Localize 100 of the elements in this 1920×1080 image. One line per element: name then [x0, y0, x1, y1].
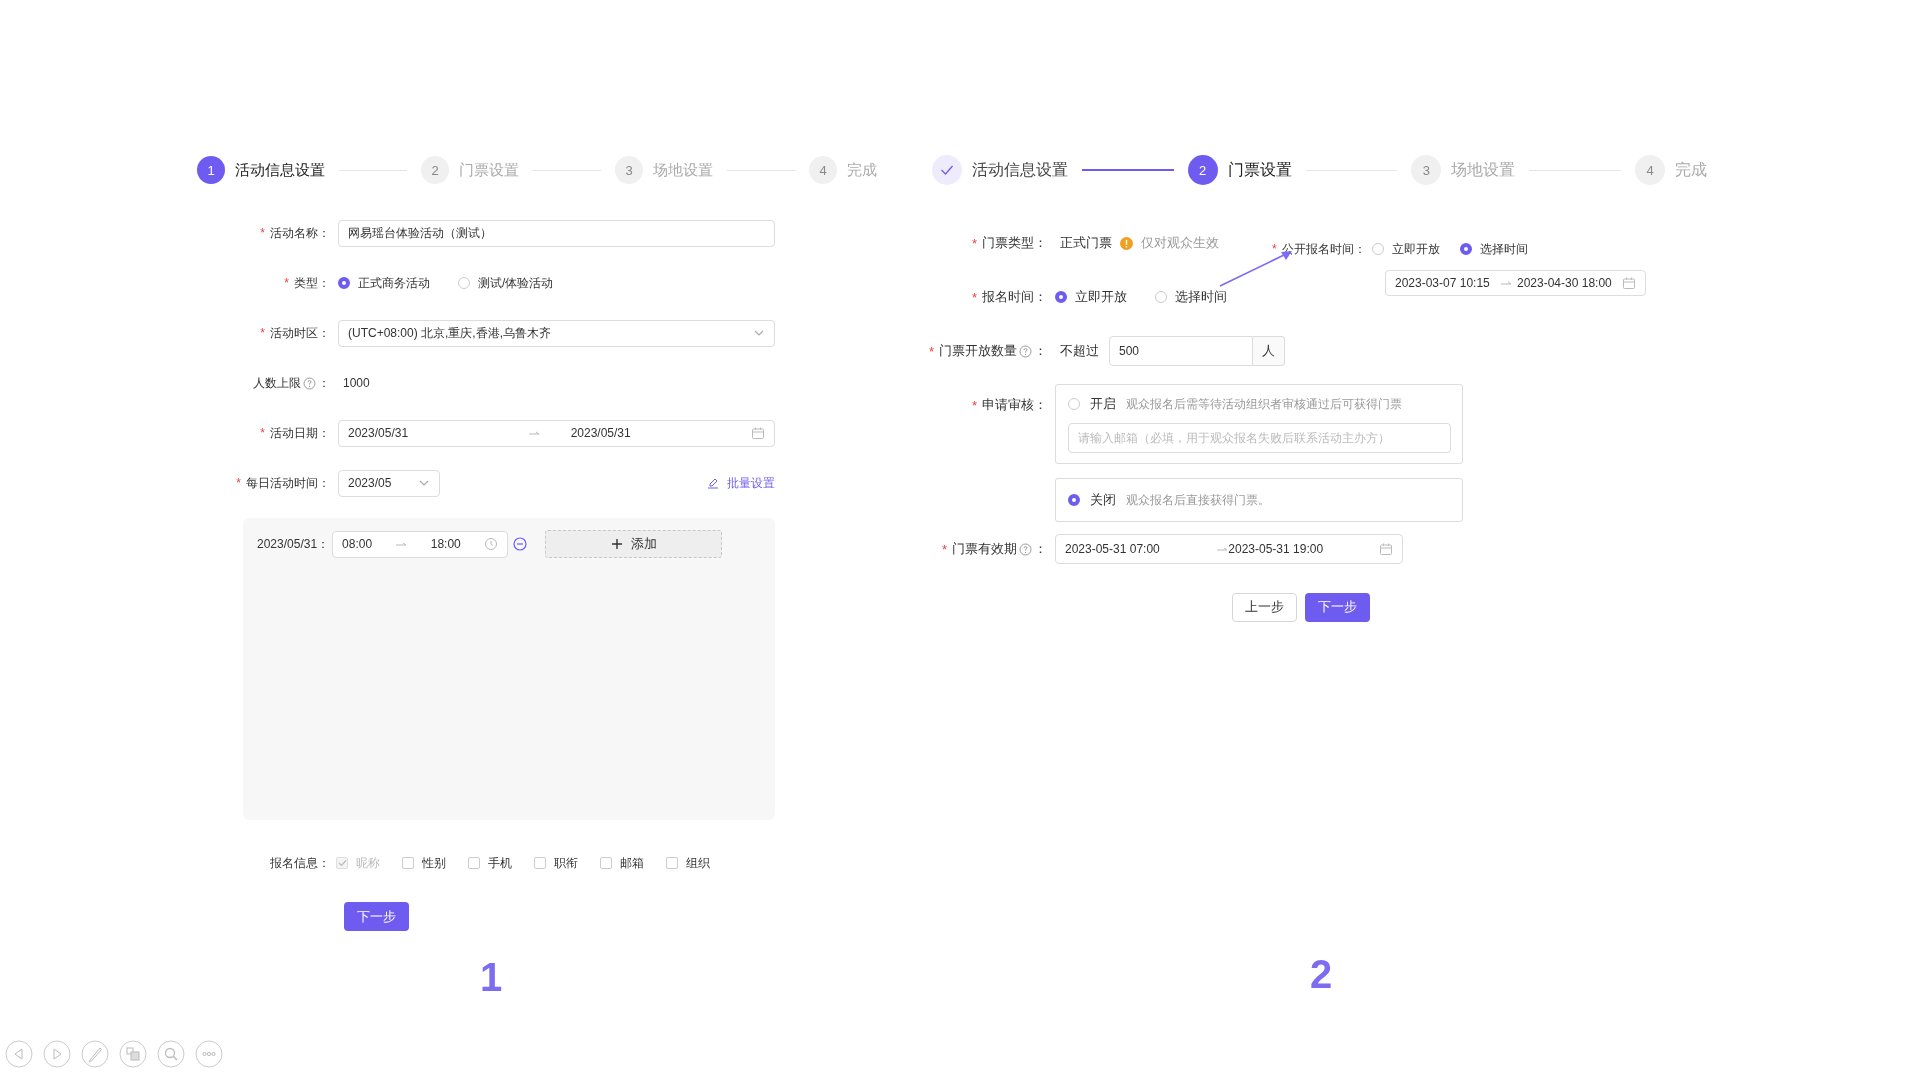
date-range-picker[interactable]: 2023-03-07 10:15 2023-04-30 18:00: [1385, 270, 1646, 296]
previous-button[interactable]: 上一步: [1232, 592, 1297, 622]
next-button[interactable]: 下一步: [344, 902, 409, 931]
radio-button[interactable]: [1068, 494, 1080, 506]
option-label[interactable]: 关闭: [1090, 491, 1116, 509]
slides-icon[interactable]: [119, 1040, 147, 1068]
edit-icon: [707, 477, 719, 489]
step-number[interactable]: 2: [1187, 155, 1218, 185]
field-label: 门票开放数量: [939, 342, 1017, 360]
checkmark-icon: [337, 859, 347, 867]
required-asterisk: *: [284, 276, 289, 290]
help-icon: [1019, 542, 1032, 556]
date-value: 2023/05/31: [348, 426, 410, 440]
add-button[interactable]: 添加: [545, 530, 723, 558]
label-colon: ：: [1034, 342, 1047, 360]
unit-addon: 人: [1253, 336, 1285, 366]
field-label: 类型：: [294, 274, 330, 292]
remove-icon[interactable]: [513, 537, 528, 551]
step-done-checkmark-icon[interactable]: [932, 155, 962, 185]
checkbox[interactable]: [534, 857, 546, 869]
required-asterisk: *: [941, 541, 947, 557]
required-asterisk: *: [1272, 242, 1277, 256]
field-label: 门票有效期: [952, 540, 1017, 558]
number-input[interactable]: 500: [1109, 336, 1253, 366]
option-label[interactable]: 测试/体验活动: [478, 274, 554, 292]
more-icon[interactable]: [195, 1040, 223, 1068]
option-description: 观众报名后需等待活动组织者审核通过后可获得门票: [1126, 395, 1402, 413]
date-range-picker[interactable]: 2023/05/31 2023/05/31: [338, 419, 775, 447]
calendar-icon: [1622, 276, 1636, 290]
option-label[interactable]: 正式商务活动: [358, 274, 430, 292]
arrow-icon: [1215, 546, 1228, 552]
radio-button[interactable]: [1055, 291, 1067, 303]
clock-icon: [484, 537, 499, 551]
option-label[interactable]: 手机: [488, 854, 512, 872]
option-label[interactable]: 选择时间: [1175, 288, 1227, 306]
capacity-value: 1000: [342, 376, 370, 390]
prefix-text: 不超过: [1059, 342, 1099, 360]
dropdown-value: (UTC+08:00) 北京,重庆,香港,乌鲁木齐: [348, 324, 552, 342]
checkbox[interactable]: [402, 857, 414, 869]
time-value: 18:00: [430, 537, 461, 551]
field-label: 报名时间：: [982, 288, 1047, 306]
field-label: 活动时区：: [270, 324, 330, 342]
dropdown-value: 2023/05: [348, 476, 392, 490]
field-label: 活动名称：: [270, 224, 330, 242]
slot-date-label: 2023/05/31：: [257, 535, 330, 553]
required-asterisk: *: [260, 426, 265, 440]
option-label[interactable]: 性别: [422, 854, 446, 872]
field-label: 报名信息：: [270, 854, 330, 872]
calendar-icon: [751, 426, 765, 440]
required-asterisk: *: [971, 289, 977, 305]
required-asterisk: *: [971, 397, 977, 413]
checkbox[interactable]: [666, 857, 678, 869]
time-range-picker[interactable]: 08:00 18:00: [332, 530, 509, 558]
step-label[interactable]: 活动信息设置: [972, 159, 1068, 181]
date-value: 2023-03-07 10:15: [1395, 276, 1491, 290]
required-asterisk: *: [260, 326, 265, 340]
step-number[interactable]: 1: [197, 156, 225, 184]
month-dropdown[interactable]: 2023/05: [338, 469, 440, 497]
field-label: 活动日期：: [270, 424, 330, 442]
search-icon[interactable]: [157, 1040, 185, 1068]
date-range-picker[interactable]: 2023-05-31 07:00 2023-05-31 19:00: [1055, 534, 1403, 564]
option-label[interactable]: 邮箱: [620, 854, 644, 872]
option-label[interactable]: 立即开放: [1075, 288, 1127, 306]
required-asterisk: *: [928, 343, 934, 359]
option-label[interactable]: 职衔: [554, 854, 578, 872]
step-label[interactable]: 活动信息设置: [235, 160, 325, 180]
option-label[interactable]: 开启: [1090, 395, 1116, 413]
label-colon: ：: [318, 374, 330, 392]
pen-icon[interactable]: [81, 1040, 109, 1068]
slide-number-label: 2: [1310, 952, 1334, 997]
field-label: 每日活动时间：: [246, 474, 330, 492]
timezone-dropdown[interactable]: (UTC+08:00) 北京,重庆,香港,乌鲁木齐: [338, 319, 775, 347]
email-input[interactable]: 请输入邮箱（必填，用于观众报名失败后联系活动主办方）: [1068, 423, 1451, 453]
field-label: 申请审核：: [982, 396, 1047, 414]
arrow-icon: [395, 541, 408, 547]
text-input[interactable]: 网易瑶台体验活动（测试）: [338, 219, 775, 247]
help-icon: [303, 376, 316, 390]
date-value: 2023/05/31: [570, 426, 632, 440]
option-label[interactable]: 组织: [686, 854, 710, 872]
help-icon: [1019, 344, 1032, 358]
option-label[interactable]: 选择时间: [1479, 240, 1528, 258]
slide-number-label: 1: [480, 955, 504, 1000]
hint-text: 仅对观众生效: [1141, 234, 1219, 252]
radio-button[interactable]: [338, 277, 350, 289]
batch-settings-link[interactable]: 批量设置: [707, 474, 775, 492]
step-label[interactable]: 门票设置: [1227, 159, 1292, 181]
required-asterisk: *: [971, 235, 977, 251]
option-label[interactable]: 立即开放: [1391, 240, 1440, 258]
next-icon[interactable]: [43, 1040, 71, 1068]
option-card[interactable]: 关闭 观众报名后直接获得门票。: [1055, 478, 1463, 522]
checkbox[interactable]: [468, 857, 480, 869]
time-value: 08:00: [342, 537, 373, 551]
option-card[interactable]: 开启 观众报名后需等待活动组织者审核通过后可获得门票 请输入邮箱（必填，用于观众报名失败后联系活动主办方）: [1055, 384, 1463, 464]
previous-icon[interactable]: [5, 1040, 33, 1068]
next-button[interactable]: 下一步: [1305, 592, 1370, 622]
required-asterisk: *: [236, 476, 241, 490]
plus-icon: [610, 538, 623, 550]
arrow-icon: [1500, 280, 1512, 286]
checkbox[interactable]: [600, 857, 612, 869]
radio-button[interactable]: [1459, 243, 1472, 255]
